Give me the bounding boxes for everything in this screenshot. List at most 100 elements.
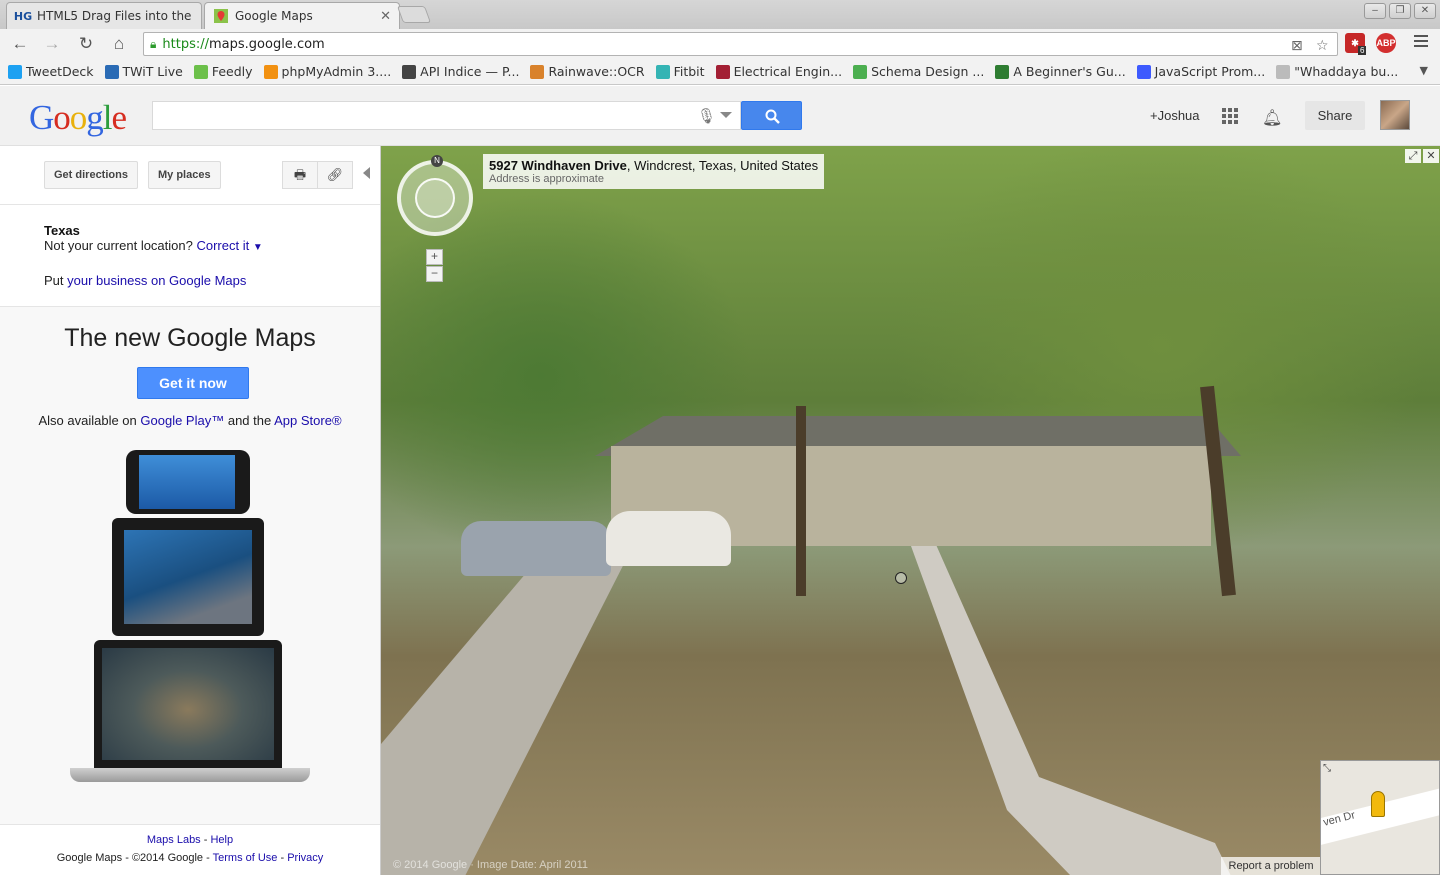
- html5-icon: [1136, 64, 1151, 79]
- adblock-icon[interactable]: ABP: [1376, 33, 1396, 53]
- minimize-button[interactable]: –: [1364, 3, 1386, 19]
- laptop-image: [94, 640, 282, 768]
- street-view-panorama[interactable]: 5927 Windhaven Drive, Windcrest, Texas, …: [381, 146, 1440, 875]
- bookmark-item[interactable]: phpMyAdmin 3....: [263, 64, 391, 79]
- microphone-icon[interactable]: 🎙︎: [697, 107, 716, 125]
- search-options-caret-icon[interactable]: [720, 112, 732, 118]
- walkway: [911, 546, 1231, 875]
- quill-icon: [402, 64, 417, 79]
- address-card: 5927 Windhaven Drive, Windcrest, Texas, …: [483, 154, 825, 189]
- twit-icon: [104, 64, 119, 79]
- tablet-image: [112, 518, 264, 636]
- leaf-icon: [853, 64, 868, 79]
- print-icon[interactable]: 🖶︎: [282, 161, 318, 189]
- correct-it-caret-icon[interactable]: ▼: [253, 242, 263, 253]
- bookmark-item[interactable]: A Beginner's Gu...: [995, 64, 1126, 79]
- bookmark-item[interactable]: Rainwave::OCR: [530, 64, 645, 79]
- google-play-link[interactable]: Google Play™: [140, 413, 224, 428]
- forward-arrow-icon[interactable]: →: [40, 33, 64, 55]
- fullscreen-icon[interactable]: ⤢: [1405, 149, 1421, 163]
- bookmark-item[interactable]: Electrical Engin...: [715, 64, 842, 79]
- bookmark-item[interactable]: Schema Design ...: [853, 64, 984, 79]
- copyright-text: © 2014 Google · Image Date: April 2011: [393, 859, 589, 871]
- maximize-button[interactable]: ❐: [1389, 3, 1411, 19]
- bookmark-item[interactable]: Feedly: [193, 64, 253, 79]
- get-it-now-button[interactable]: Get it now: [137, 367, 249, 399]
- zoom-out-button[interactable]: −: [426, 266, 443, 282]
- report-problem-link[interactable]: Report a problem: [1221, 857, 1321, 875]
- reload-icon[interactable]: ↻: [74, 33, 98, 55]
- pan-arrows-icon[interactable]: [415, 178, 455, 218]
- tab-html5-drag[interactable]: HG HTML5 Drag Files into the I: [6, 2, 202, 29]
- expand-minimap-icon[interactable]: ⤡: [1323, 763, 1331, 774]
- feedly-icon: [193, 64, 208, 79]
- address-locality: , Windcrest, Texas, United States: [626, 158, 819, 173]
- apps-grid-icon[interactable]: [1222, 108, 1238, 124]
- street-address: 5927 Windhaven Drive: [489, 158, 627, 173]
- maps-labs-link[interactable]: Maps Labs: [147, 834, 201, 846]
- pegman-icon[interactable]: [1371, 791, 1385, 817]
- page-icon: [1276, 64, 1291, 79]
- zoom-cursor-icon: [895, 572, 907, 584]
- street-view-minimap[interactable]: ven Dr ⤡: [1320, 760, 1440, 875]
- privacy-link[interactable]: Privacy: [287, 852, 323, 864]
- availability-text: Also available on Google Play™ and the A…: [38, 413, 342, 428]
- avatar[interactable]: [1380, 100, 1410, 130]
- location-prompt: Not your current location? Correct it ▼: [44, 238, 263, 253]
- zoom-in-button[interactable]: +: [426, 249, 443, 265]
- tab-google-maps[interactable]: Google Maps ✕: [204, 2, 400, 29]
- phone-image: [126, 450, 250, 514]
- plus-icon: [995, 64, 1010, 79]
- left-panel: Get directions My places 🖶︎ 🔗︎ Texas Not…: [0, 146, 381, 875]
- share-button[interactable]: Share: [1305, 101, 1365, 130]
- bookmark-item[interactable]: JavaScript Prom...: [1136, 64, 1265, 79]
- bookmark-item[interactable]: API Indice — P...: [402, 64, 519, 79]
- laptop-base: [70, 768, 310, 782]
- browser-toolbar: ← → ↻ ⌂ 🔒︎ https://maps.google.com ⊠ ☆ ✱…: [0, 29, 1440, 59]
- compass-north-icon: N: [431, 155, 443, 167]
- parked-car: [606, 511, 731, 566]
- tweetdeck-icon: [8, 64, 22, 79]
- notifications-bell-icon[interactable]: 🔔︎: [1262, 108, 1282, 128]
- collapse-panel-icon[interactable]: [363, 167, 370, 179]
- google-logo[interactable]: Google: [29, 98, 127, 138]
- terms-link[interactable]: Terms of Use: [213, 852, 278, 864]
- search-input[interactable]: 🎙︎: [152, 101, 741, 130]
- address-bar[interactable]: 🔒︎ https://maps.google.com ⊠ ☆: [143, 32, 1338, 56]
- url-host: maps.google.com: [209, 36, 325, 52]
- close-window-button[interactable]: ✕: [1414, 3, 1436, 19]
- correct-it-link[interactable]: Correct it: [196, 238, 249, 253]
- bookmarks-bar: TweetDeck TWiT Live Feedly phpMyAdmin 3....…: [0, 59, 1440, 85]
- close-tab-icon[interactable]: ✕: [380, 9, 391, 24]
- bookmark-item[interactable]: TweetDeck: [8, 64, 94, 79]
- mit-icon: [715, 64, 730, 79]
- chrome-menu-icon[interactable]: [1414, 35, 1428, 50]
- help-link[interactable]: Help: [210, 834, 233, 846]
- fitbit-icon: [655, 64, 670, 79]
- promo-title: The new Google Maps: [64, 324, 316, 352]
- my-places-button[interactable]: My places: [148, 161, 221, 189]
- back-arrow-icon[interactable]: ←: [8, 33, 32, 55]
- bookmark-star-icon[interactable]: ☆: [1316, 38, 1329, 54]
- home-icon[interactable]: ⌂: [107, 33, 131, 55]
- tab-title: HTML5 Drag Files into the I: [37, 9, 193, 23]
- bookmark-item[interactable]: Fitbit: [655, 64, 705, 79]
- pan-control[interactable]: N: [397, 155, 473, 236]
- blocked-popup-icon[interactable]: ⊠: [1291, 38, 1303, 54]
- user-profile-link[interactable]: +Joshua: [1150, 108, 1200, 123]
- business-link[interactable]: your business on Google Maps: [67, 273, 246, 288]
- new-tab-button[interactable]: [396, 6, 432, 23]
- app-store-link[interactable]: App Store®: [274, 413, 341, 428]
- extension-badge: 6: [1358, 46, 1367, 55]
- tree-trunk: [796, 406, 806, 596]
- search-button[interactable]: [741, 101, 802, 130]
- link-icon[interactable]: 🔗︎: [317, 161, 353, 189]
- hg-favicon-icon: HG: [13, 9, 33, 23]
- close-street-view-icon[interactable]: ✕: [1423, 149, 1439, 163]
- get-directions-button[interactable]: Get directions: [44, 161, 138, 189]
- bookmark-item[interactable]: "Whaddaya bu...: [1276, 64, 1398, 79]
- bookmark-item[interactable]: TWiT Live: [104, 64, 183, 79]
- more-bookmarks-icon[interactable]: ▼: [1420, 64, 1428, 77]
- footer: Maps Labs - Help Google Maps - ©2014 Goo…: [0, 824, 380, 875]
- parked-car: [461, 521, 611, 576]
